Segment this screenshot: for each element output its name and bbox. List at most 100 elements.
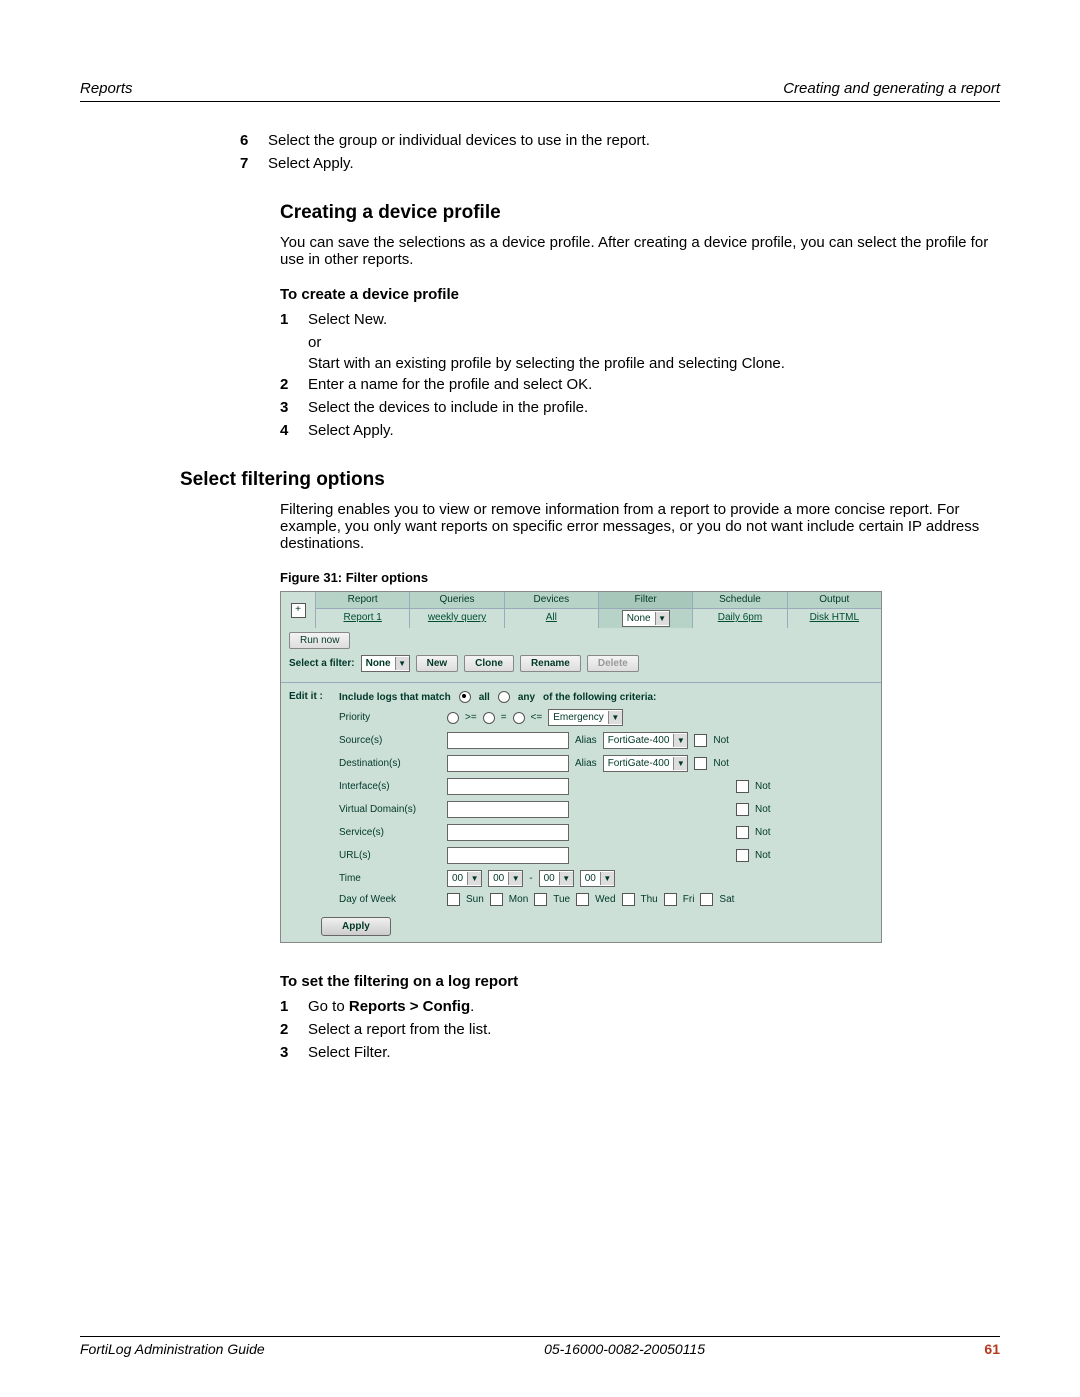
- section-title: Select filtering options: [180, 469, 1000, 491]
- dow-tue-checkbox[interactable]: [534, 893, 547, 906]
- apply-button[interactable]: Apply: [321, 917, 391, 936]
- tab-report[interactable]: Report Report 1: [315, 592, 409, 628]
- destinations-alias-select[interactable]: FortiGate-400▼: [603, 755, 689, 772]
- vdoms-input[interactable]: [447, 801, 569, 818]
- urls-not-checkbox[interactable]: [736, 849, 749, 862]
- step-text: or: [308, 334, 1000, 351]
- tab-value-link[interactable]: Disk HTML: [788, 609, 881, 627]
- dow-label: Day of Week: [339, 894, 439, 905]
- section-paragraph: Filtering enables you to view or remove …: [280, 501, 1000, 552]
- chevron-down-icon: ▼: [608, 711, 622, 724]
- destinations-input[interactable]: [447, 755, 569, 772]
- interfaces-label: Interface(s): [339, 781, 439, 792]
- tab-value-link[interactable]: All: [505, 609, 598, 627]
- dow-sat-checkbox[interactable]: [700, 893, 713, 906]
- sources-not-checkbox[interactable]: [694, 734, 707, 747]
- step-number: 7: [240, 155, 268, 172]
- time-label: Time: [339, 873, 439, 884]
- radio-all-label: all: [479, 692, 490, 703]
- step-number: 1: [280, 998, 308, 1015]
- step-number: 4: [280, 422, 308, 439]
- services-not-checkbox[interactable]: [736, 826, 749, 839]
- tab-header: Output: [788, 592, 881, 609]
- radio-eq[interactable]: [483, 712, 495, 724]
- tab-output[interactable]: Output Disk HTML: [787, 592, 881, 628]
- not-label: Not: [755, 850, 771, 861]
- tab-schedule[interactable]: Schedule Daily 6pm: [692, 592, 786, 628]
- procedure-steps: 1 Go to Reports > Config. 2 Select a rep…: [280, 998, 1000, 1061]
- expand-icon[interactable]: +: [291, 603, 306, 618]
- tab-devices[interactable]: Devices All: [504, 592, 598, 628]
- step-number: 1: [280, 311, 308, 328]
- step-text: Select Apply.: [308, 422, 394, 439]
- tab-header: Filter: [599, 592, 692, 609]
- sources-alias-select[interactable]: FortiGate-400▼: [603, 732, 689, 749]
- new-button[interactable]: New: [416, 655, 459, 672]
- alias-label: Alias: [575, 758, 597, 769]
- time-from-hour[interactable]: 00▼: [447, 870, 482, 887]
- step-number: 2: [280, 1021, 308, 1038]
- radio-any-label: any: [518, 692, 535, 703]
- tab-header: Schedule: [693, 592, 786, 609]
- tab-row: + Report Report 1 Queries weekly query D…: [281, 592, 881, 628]
- step-text: Start with an existing profile by select…: [308, 355, 1000, 372]
- filter-select[interactable]: None ▼: [361, 655, 410, 672]
- dow-fri-checkbox[interactable]: [664, 893, 677, 906]
- chevron-down-icon: ▼: [655, 612, 669, 625]
- chevron-down-icon: ▼: [467, 872, 481, 885]
- interfaces-input[interactable]: [447, 778, 569, 795]
- priority-select[interactable]: Emergency▼: [548, 709, 623, 726]
- tab-filter[interactable]: Filter None ▼: [598, 592, 692, 628]
- edit-it-label: Edit it :: [289, 691, 329, 906]
- radio-any[interactable]: [498, 691, 510, 703]
- tab-value-link[interactable]: weekly query: [410, 609, 503, 627]
- services-input[interactable]: [447, 824, 569, 841]
- filter-options-screenshot: + Report Report 1 Queries weekly query D…: [280, 591, 882, 943]
- sources-input[interactable]: [447, 732, 569, 749]
- radio-ge[interactable]: [447, 712, 459, 724]
- dow-mon-checkbox[interactable]: [490, 893, 503, 906]
- footer-left: FortiLog Administration Guide: [80, 1341, 265, 1357]
- run-now-button[interactable]: Run now: [289, 632, 350, 649]
- vdoms-label: Virtual Domain(s): [339, 804, 439, 815]
- tab-value-link[interactable]: Report 1: [316, 609, 409, 627]
- destinations-not-checkbox[interactable]: [694, 757, 707, 770]
- tab-queries[interactable]: Queries weekly query: [409, 592, 503, 628]
- step-text: Enter a name for the profile and select …: [308, 376, 592, 393]
- clone-button[interactable]: Clone: [464, 655, 514, 672]
- time-to-hour[interactable]: 00▼: [539, 870, 574, 887]
- urls-label: URL(s): [339, 850, 439, 861]
- time-from-min[interactable]: 00▼: [488, 870, 523, 887]
- chevron-down-icon: ▼: [673, 757, 687, 770]
- step-number: 6: [240, 132, 268, 149]
- chevron-down-icon: ▼: [673, 734, 687, 747]
- match-prefix: Include logs that match: [339, 692, 451, 703]
- step-text: Select Filter.: [308, 1044, 391, 1061]
- page-number: 61: [984, 1341, 1000, 1357]
- radio-le[interactable]: [513, 712, 525, 724]
- dow-wed-checkbox[interactable]: [576, 893, 589, 906]
- procedure-steps: 1 Select New. or Start with an existing …: [280, 311, 1000, 439]
- rename-button[interactable]: Rename: [520, 655, 581, 672]
- step-text: Select the group or individual devices t…: [268, 132, 1000, 149]
- delete-button[interactable]: Delete: [587, 655, 639, 672]
- match-suffix: of the following criteria:: [543, 692, 656, 703]
- dow-thu-checkbox[interactable]: [622, 893, 635, 906]
- dow-sun-checkbox[interactable]: [447, 893, 460, 906]
- interfaces-not-checkbox[interactable]: [736, 780, 749, 793]
- prev-steps: 6 Select the group or individual devices…: [240, 132, 1000, 172]
- step-text: Go to Reports > Config.: [308, 998, 474, 1015]
- tab-value-link[interactable]: Daily 6pm: [693, 609, 786, 627]
- filter-tab-select[interactable]: None ▼: [622, 610, 670, 627]
- step-text: Select Apply.: [268, 155, 1000, 172]
- not-label: Not: [755, 827, 771, 838]
- vdoms-not-checkbox[interactable]: [736, 803, 749, 816]
- services-label: Service(s): [339, 827, 439, 838]
- urls-input[interactable]: [447, 847, 569, 864]
- radio-all[interactable]: [459, 691, 471, 703]
- step-text: Select New.: [308, 311, 387, 328]
- time-to-min[interactable]: 00▼: [580, 870, 615, 887]
- figure-caption: Figure 31: Filter options: [280, 570, 1000, 585]
- sources-label: Source(s): [339, 735, 439, 746]
- page-header: Reports Creating and generating a report: [80, 80, 1000, 102]
